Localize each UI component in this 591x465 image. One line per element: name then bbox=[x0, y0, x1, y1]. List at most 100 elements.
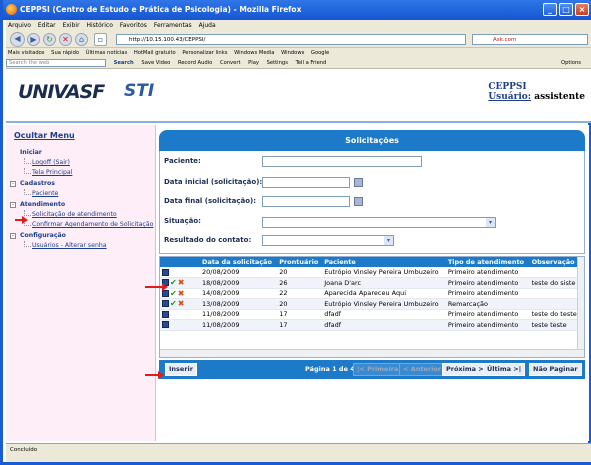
bookmark-item[interactable]: Personalizar links bbox=[182, 50, 227, 56]
cell-prontuario: 22 bbox=[277, 288, 323, 299]
maximize-button[interactable]: □ bbox=[559, 3, 573, 16]
vertical-scrollbar[interactable] bbox=[577, 257, 584, 351]
check-icon[interactable]: ✔ bbox=[170, 279, 177, 287]
menu-group-atendimento[interactable]: - Atendimento bbox=[10, 199, 153, 210]
table-row[interactable]: ✔✖ 18/08/2009 26 Joana D'arc Primeiro at… bbox=[160, 277, 581, 289]
toolbar-item[interactable]: Tell a Friend bbox=[296, 60, 327, 66]
annotation-arrow bbox=[15, 216, 28, 224]
toolbar-item[interactable]: Record Audio bbox=[178, 60, 212, 66]
menu-item-solicitacao[interactable]: Solicitação de atendimento bbox=[10, 210, 153, 220]
table-row[interactable]: 20/08/2009 20 Eutrópio Vinsley Pereira U… bbox=[160, 267, 581, 278]
toolbar-item[interactable]: Save Video bbox=[141, 60, 170, 66]
window-title: CEPPSI (Centro de Estudo e Prática de Ps… bbox=[20, 5, 302, 14]
bookmark-item[interactable]: Windows Media bbox=[234, 50, 274, 56]
cancel-icon[interactable]: ✖ bbox=[178, 300, 185, 308]
cell-prontuario: 26 bbox=[277, 277, 323, 289]
menu-ferramentas[interactable]: Ferramentas bbox=[154, 22, 192, 29]
col-observacao[interactable]: Observação bbox=[529, 257, 581, 267]
toolbar-item[interactable]: Settings bbox=[267, 60, 288, 66]
previous-page-button[interactable]: < Anterior bbox=[399, 363, 445, 376]
menu-editar[interactable]: Editar bbox=[38, 22, 56, 29]
annotation-arrow bbox=[145, 283, 168, 291]
details-icon[interactable] bbox=[162, 321, 169, 329]
collapse-icon[interactable]: - bbox=[10, 233, 16, 239]
check-icon[interactable]: ✔ bbox=[170, 300, 177, 308]
label-situacao: Situação: bbox=[164, 217, 201, 225]
label-data-final: Data final (solicitação): bbox=[164, 197, 257, 205]
no-paging-button[interactable]: Não Paginar bbox=[529, 363, 582, 376]
bookmark-item[interactable]: Últimas notícias bbox=[86, 50, 127, 56]
details-icon[interactable] bbox=[162, 300, 169, 308]
bookmark-item[interactable]: Google bbox=[311, 50, 329, 56]
menu-arquivo[interactable]: Arquivo bbox=[8, 22, 31, 29]
reload-icon[interactable]: ↻ bbox=[43, 33, 56, 46]
row-actions bbox=[160, 267, 200, 278]
url-input[interactable]: http://10.15.100.43/CEPPSI/ bbox=[116, 34, 466, 45]
menu-ajuda[interactable]: Ajuda bbox=[199, 22, 216, 29]
details-icon[interactable] bbox=[162, 310, 169, 318]
check-icon[interactable]: ✔ bbox=[170, 289, 177, 297]
bookmark-item[interactable]: Sua rápido bbox=[51, 50, 79, 56]
main-content: Solicitações Paciente: Data inicial (sol… bbox=[159, 125, 589, 441]
toolbar-item[interactable]: Convert bbox=[220, 60, 241, 66]
col-data[interactable]: Data da solicitação bbox=[200, 257, 278, 267]
menu-historico[interactable]: Histórico bbox=[86, 22, 112, 29]
calendar-icon[interactable] bbox=[354, 197, 363, 206]
pagination-bar: Inserir Página 1 de 4 |< Primeira < Ante… bbox=[159, 360, 585, 379]
forward-icon[interactable]: ▶ bbox=[27, 33, 40, 46]
cancel-icon[interactable]: ✖ bbox=[178, 279, 185, 287]
cell-paciente: dfadf bbox=[322, 319, 446, 331]
toolbar-search-button[interactable]: Search bbox=[114, 60, 134, 66]
table-row[interactable]: ✔✖ 14/08/2009 22 Aparecida Apareceu Aqui… bbox=[160, 288, 581, 299]
col-paciente[interactable]: Paciente bbox=[322, 257, 446, 267]
table-row[interactable]: ✔✖ 13/08/2009 20 Eutrópio Vinsley Pereir… bbox=[160, 298, 581, 310]
collapse-icon[interactable]: - bbox=[10, 181, 16, 187]
menu-group-cadastros[interactable]: - Cadastros bbox=[10, 178, 153, 189]
toolbar-item[interactable]: Play bbox=[248, 60, 259, 66]
details-icon[interactable] bbox=[162, 268, 169, 276]
col-tipo[interactable]: Tipo de atendimento bbox=[445, 257, 530, 267]
toolbar-search-input[interactable]: Search the web bbox=[6, 58, 106, 67]
stop-icon[interactable]: ✕ bbox=[59, 33, 72, 46]
menu-item-tela-principal[interactable]: Tela Principal bbox=[10, 168, 153, 178]
menu-item-paciente[interactable]: Paciente bbox=[10, 189, 153, 199]
table-row[interactable]: 11/08/2009 17 dfadf Primeiro atendimento… bbox=[160, 319, 581, 331]
menu-item-alterar-senha[interactable]: Usuários - Alterar senha bbox=[10, 241, 153, 251]
firefox-icon bbox=[6, 4, 17, 15]
bookmark-item[interactable]: Windows bbox=[281, 50, 304, 56]
data-inicial-input[interactable] bbox=[262, 177, 350, 188]
cancel-icon[interactable]: ✖ bbox=[178, 289, 185, 297]
cell-prontuario: 17 bbox=[277, 309, 323, 320]
close-button[interactable]: × bbox=[575, 3, 589, 16]
paciente-input[interactable] bbox=[262, 156, 422, 167]
home-icon[interactable]: ⌂ bbox=[75, 33, 88, 46]
collapse-icon[interactable]: - bbox=[10, 202, 16, 208]
menu-group-iniciar[interactable]: Iniciar bbox=[10, 147, 153, 158]
table-row[interactable]: 11/08/2009 17 dfadf Primeiro atendimento… bbox=[160, 309, 581, 320]
menu-item-logoff[interactable]: Logoff (Sair) bbox=[10, 158, 153, 168]
minimize-button[interactable]: _ bbox=[543, 3, 557, 16]
menu-group-configuracao[interactable]: - Configuração bbox=[10, 230, 153, 241]
cell-observacao bbox=[529, 288, 581, 299]
horizontal-scrollbar[interactable] bbox=[160, 349, 584, 357]
menu-group-label: Configuração bbox=[20, 232, 66, 239]
last-page-button[interactable]: Última >| bbox=[483, 363, 526, 376]
resultado-select[interactable]: ▾ bbox=[262, 235, 394, 246]
hide-menu-link[interactable]: Ocultar Menu bbox=[14, 131, 75, 140]
toolbar-options[interactable]: Options bbox=[561, 58, 581, 68]
menu-exibir[interactable]: Exibir bbox=[63, 22, 80, 29]
next-page-button[interactable]: Próxima > bbox=[442, 363, 488, 376]
col-prontuario[interactable]: Prontuário bbox=[277, 257, 323, 267]
calendar-icon[interactable] bbox=[354, 178, 363, 187]
bookmark-item[interactable]: Mais visitados bbox=[8, 50, 45, 56]
back-icon[interactable]: ◀ bbox=[10, 32, 25, 47]
inserir-button[interactable]: Inserir bbox=[165, 363, 197, 376]
bookmark-item[interactable]: HotMail gratuito bbox=[134, 50, 176, 56]
browser-search-input[interactable]: Ask.com bbox=[472, 34, 588, 45]
menu-favoritos[interactable]: Favoritos bbox=[120, 22, 147, 29]
first-page-button[interactable]: |< Primeira bbox=[353, 363, 403, 376]
situacao-select[interactable]: ▾ bbox=[262, 217, 496, 228]
data-final-input[interactable] bbox=[262, 196, 350, 207]
cell-paciente: Eutrópio Vinsley Pereira Umbuzeiro bbox=[322, 298, 446, 310]
menu-item-confirmar-agendamento[interactable]: Confirmar Agendamento de Solicitação bbox=[10, 220, 153, 230]
